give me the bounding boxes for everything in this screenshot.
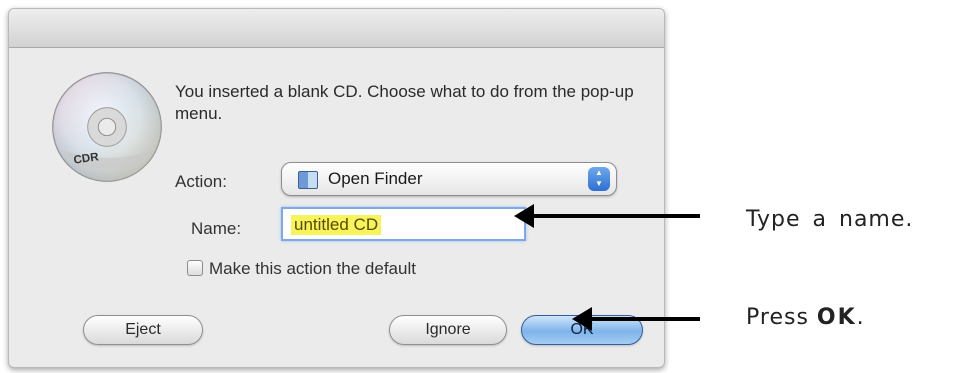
default-action-checkbox-label[interactable]: Make this action the default [209,259,416,279]
cdr-disc-icon: CDR [52,72,162,182]
finder-icon [298,171,318,189]
callout-type-name: Type a name. [746,207,914,232]
default-action-checkbox[interactable] [187,260,203,276]
eject-button[interactable]: Eject [83,315,203,345]
popup-arrows-icon: ▲ ▼ [588,167,610,191]
callout-press-ok: Press OK. [746,305,865,330]
ignore-button[interactable]: Ignore [389,315,507,345]
action-popup[interactable]: Open Finder ▲ ▼ [281,162,617,196]
callout-ok-prefix: Press [746,305,809,330]
name-field-value: untitled CD [291,215,382,235]
dialog-message: You inserted a blank CD. Choose what to … [175,82,634,123]
callout-ok-suffix: . [856,305,865,330]
arrow-left-icon [514,204,700,228]
blank-cd-dialog: CDR You inserted a blank CD. Choose what… [8,8,665,368]
arrow-left-icon [572,307,700,331]
name-label: Name: [191,219,242,238]
action-label: Action: [175,172,227,191]
action-popup-value: Open Finder [328,169,423,188]
callout-ok-bold: OK [816,305,857,330]
name-field[interactable]: untitled CD [281,207,526,241]
dialog-titlebar[interactable] [9,9,664,48]
